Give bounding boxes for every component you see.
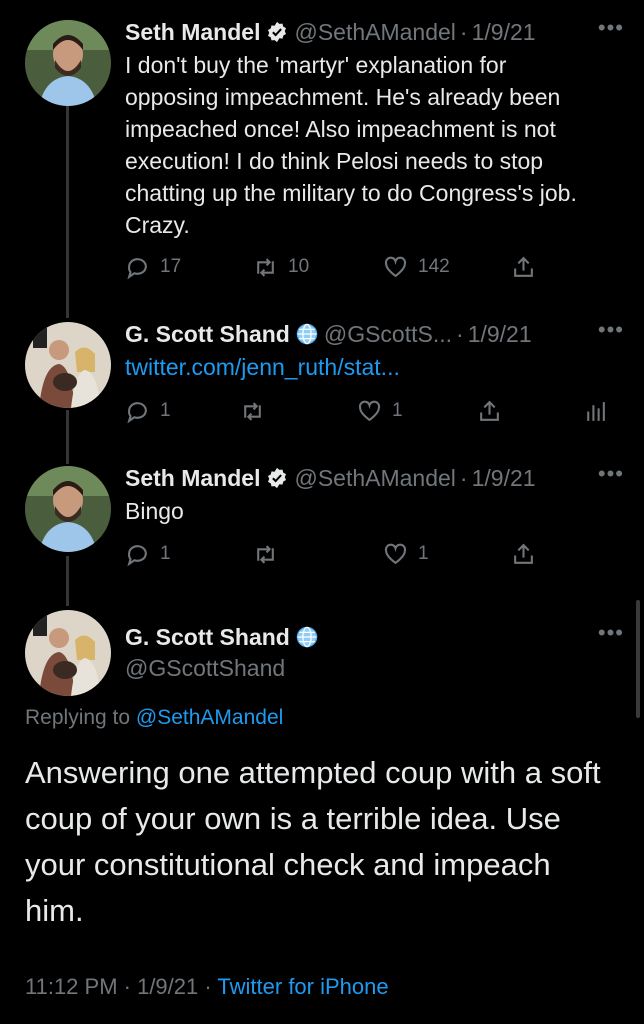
reply-button[interactable]: 17 [125, 250, 181, 284]
more-icon[interactable]: ••• [598, 620, 624, 646]
separator: · [459, 464, 468, 491]
main-tweet-meta: 11:12 PM · 1/9/21 · Twitter for iPhone [25, 974, 389, 1000]
author-name[interactable]: Seth Mandel [125, 465, 260, 492]
scrollbar[interactable] [636, 600, 640, 718]
author-name[interactable]: G. Scott Shand [125, 624, 290, 651]
tweet-header: Seth Mandel @SethAMandel · 1/9/21 ••• [125, 461, 624, 495]
reply-button[interactable]: 1 [125, 537, 171, 571]
analytics-button[interactable] [583, 394, 618, 428]
retweet-button[interactable] [253, 537, 288, 571]
more-icon[interactable]: ••• [598, 317, 624, 343]
avatar[interactable] [25, 466, 111, 552]
like-count: 1 [418, 543, 429, 564]
analytics-icon [587, 401, 605, 421]
tweet-source[interactable]: Twitter for iPhone [217, 974, 388, 999]
author-name[interactable]: Seth Mandel [125, 19, 260, 46]
reply-icon [127, 401, 147, 423]
reply-icon [127, 257, 147, 279]
timestamp[interactable]: 11:12 PM · 1/9/21 · [25, 974, 212, 999]
tweet-text: Bingo [125, 498, 184, 524]
globe-badge-icon [296, 626, 318, 648]
tweet-header: Seth Mandel @SethAMandel · 1/9/21 ••• [125, 15, 624, 49]
share-button[interactable] [511, 537, 546, 571]
avatar[interactable] [25, 322, 111, 408]
reply-count: 1 [160, 400, 171, 421]
author-handle[interactable]: @GScottShand [125, 651, 624, 685]
reply-count: 1 [160, 543, 171, 564]
retweet-button[interactable]: 10 [253, 250, 309, 284]
replying-to-handle[interactable]: @SethAMandel [136, 706, 283, 729]
retweet-button[interactable] [240, 394, 275, 428]
tweet-date[interactable]: 1/9/21 [468, 321, 532, 348]
reply-button[interactable]: 1 [125, 394, 171, 428]
tweet-link[interactable]: twitter.com/jenn_ruth/stat... [125, 351, 604, 383]
like-button[interactable]: 142 [383, 250, 450, 284]
verified-badge-icon [268, 467, 287, 489]
thread-line [66, 410, 69, 464]
tweet-actions: 17 10 142 [125, 250, 625, 284]
thread-line [66, 556, 69, 606]
more-icon[interactable]: ••• [598, 461, 624, 487]
verified-badge-icon [268, 21, 287, 43]
like-count: 142 [418, 256, 450, 277]
thread-line [66, 106, 69, 318]
author-handle[interactable]: @SethAMandel [294, 19, 455, 46]
replying-prefix: Replying to [25, 706, 131, 729]
like-count: 1 [392, 400, 403, 421]
share-button[interactable] [511, 250, 546, 284]
like-button[interactable]: 1 [383, 537, 429, 571]
avatar[interactable] [25, 20, 111, 106]
separator: · [459, 18, 468, 45]
avatar-image [25, 322, 111, 408]
avatar[interactable] [25, 610, 111, 696]
tweet-text: I don't buy the 'martyr' explanation for… [125, 52, 577, 238]
share-icon [514, 543, 533, 564]
main-tweet-text: Answering one attempted coup with a soft… [25, 755, 601, 928]
like-icon [384, 256, 407, 277]
retweet-icon [257, 544, 274, 564]
replying-to: Replying to @SethAMandel [25, 706, 283, 730]
tweet-header: G. Scott Shand @GScottS... · 1/9/21 ••• [125, 317, 624, 351]
like-icon [358, 400, 381, 421]
avatar-image [25, 610, 111, 696]
like-button[interactable]: 1 [357, 394, 403, 428]
globe-badge-icon [296, 323, 318, 345]
tweet-date[interactable]: 1/9/21 [472, 465, 536, 492]
tweet-actions: 1 1 [125, 537, 625, 571]
tweet-date[interactable]: 1/9/21 [472, 19, 536, 46]
like-icon [384, 543, 407, 564]
avatar-image [25, 466, 111, 552]
retweet-icon [257, 257, 274, 277]
share-icon [480, 400, 499, 421]
avatar-image [25, 20, 111, 106]
tweet-actions: 1 1 [125, 394, 625, 428]
author-handle[interactable]: @SethAMandel [294, 465, 455, 492]
more-icon[interactable]: ••• [598, 15, 624, 41]
retweet-icon [244, 401, 261, 421]
separator: · [456, 320, 464, 347]
share-button[interactable] [477, 394, 512, 428]
retweet-count: 10 [288, 256, 310, 277]
author-name[interactable]: G. Scott Shand [125, 321, 290, 348]
author-handle[interactable]: @GScottS... [324, 321, 452, 348]
share-icon [514, 256, 533, 277]
main-tweet-header: G. Scott Shand ••• [125, 620, 624, 654]
reply-count: 17 [160, 256, 182, 277]
reply-icon [127, 544, 147, 566]
